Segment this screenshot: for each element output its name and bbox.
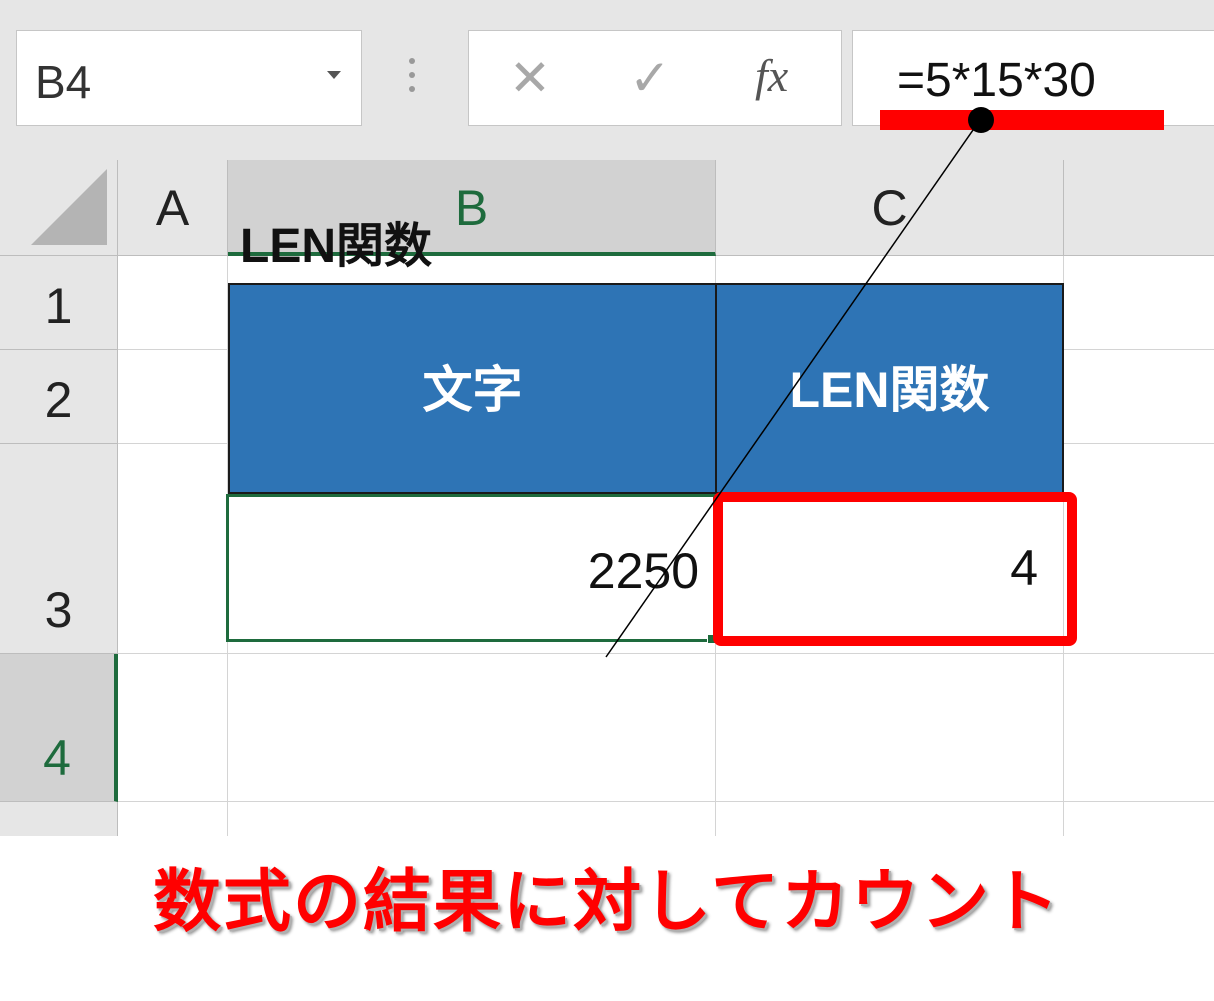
formula-text: =5*15*30 — [897, 54, 1096, 107]
formula-buttons: ✕ ✓ fx — [468, 30, 842, 126]
cell-c3[interactable]: LEN関数 — [715, 283, 1064, 494]
select-all-corner-icon[interactable] — [0, 160, 118, 256]
enter-check-icon[interactable]: ✓ — [629, 53, 671, 103]
column-header-c[interactable]: C — [716, 160, 1064, 256]
caption: 数式の結果に対してカウント — [153, 864, 1061, 940]
formula-highlight-underline — [880, 110, 1164, 130]
name-box-value: B4 — [35, 56, 92, 108]
row-header-4[interactable]: 4 — [0, 654, 118, 802]
cell-b3[interactable]: 文字 — [228, 283, 717, 494]
gridline — [118, 653, 1214, 654]
leader-dot — [968, 107, 994, 133]
row-header-2[interactable]: 2 — [0, 350, 118, 444]
column-header-d[interactable] — [1064, 160, 1214, 256]
cancel-icon[interactable]: ✕ — [509, 53, 551, 103]
row-header-1[interactable]: 1 — [0, 256, 118, 350]
formula-bar: B4 ✕ ✓ fx =5*15*30 — [0, 0, 1214, 160]
column-header-a[interactable]: A — [118, 160, 228, 256]
cell-b4[interactable]: 2250 — [226, 494, 716, 642]
name-box[interactable]: B4 — [16, 30, 362, 126]
row-header-3[interactable]: 3 — [0, 444, 118, 654]
formula-bar-splitter-icon[interactable] — [408, 58, 416, 98]
gridline — [118, 801, 1214, 802]
function-fx-icon[interactable]: fx — [755, 50, 788, 102]
result-highlight-box — [713, 492, 1077, 646]
cell-b2[interactable]: LEN関数 — [240, 206, 432, 276]
dropdown-arrow-icon[interactable] — [327, 71, 341, 79]
row-header-5[interactable] — [0, 802, 118, 836]
